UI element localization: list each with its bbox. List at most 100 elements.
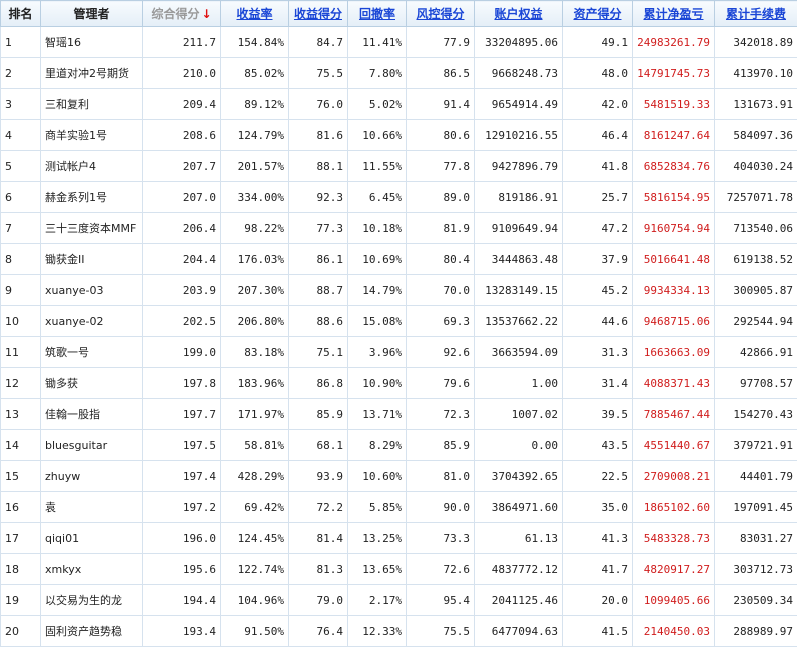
rank-cell-text: 4	[5, 129, 36, 142]
return-rate-cell-text: 85.02%	[225, 67, 284, 80]
risk-score-cell: 79.6	[407, 368, 475, 399]
manager-cell-text: 锄获金II	[45, 251, 138, 267]
header-asset-score[interactable]: 资产得分	[563, 1, 633, 27]
return-rate-cell-text: 58.81%	[225, 439, 284, 452]
net-profit-cell-text: 2709008.21	[637, 470, 710, 483]
rank-cell-text: 12	[5, 377, 36, 390]
asset-score-cell-text: 41.7	[567, 563, 628, 576]
drawdown-cell: 11.55%	[348, 151, 407, 182]
asset-score-cell-text: 41.3	[567, 532, 628, 545]
fees-cell: 154270.43	[715, 399, 797, 430]
header-return-score[interactable]: 收益得分	[289, 1, 348, 27]
header-return-rate[interactable]: 收益率	[221, 1, 289, 27]
manager-cell-text: xuanye-02	[45, 315, 138, 328]
net-profit-cell-text: 24983261.79	[637, 36, 710, 49]
asset-score-cell: 25.7	[563, 182, 633, 213]
equity-cell: 13283149.15	[475, 275, 563, 306]
risk-score-cell: 72.6	[407, 554, 475, 585]
manager-cell-text: 三和复利	[45, 96, 138, 112]
fees-cell: 404030.24	[715, 151, 797, 182]
fees-cell: 619138.52	[715, 244, 797, 275]
risk-score-cell-text: 81.0	[411, 470, 470, 483]
return-score-cell: 79.0	[289, 585, 348, 616]
return-score-cell: 81.6	[289, 120, 348, 151]
drawdown-cell: 5.02%	[348, 89, 407, 120]
manager-cell-text: xuanye-03	[45, 284, 138, 297]
equity-cell-text: 1.00	[479, 377, 558, 390]
rank-cell: 15	[1, 461, 41, 492]
table-row: 19以交易为生的龙194.4104.96%79.02.17%95.4204112…	[1, 585, 797, 616]
return-score-cell-text: 81.4	[293, 532, 343, 545]
total-score-cell-text: 206.4	[147, 222, 216, 235]
return-score-cell-text: 81.6	[293, 129, 343, 142]
fees-cell-text: 7257071.78	[719, 191, 793, 204]
risk-score-cell-text: 92.6	[411, 346, 470, 359]
manager-cell-text: zhuyw	[45, 470, 138, 483]
return-score-cell: 76.4	[289, 616, 348, 647]
drawdown-cell: 10.18%	[348, 213, 407, 244]
risk-score-cell-text: 79.6	[411, 377, 470, 390]
manager-cell: xuanye-02	[41, 306, 143, 337]
manager-cell: qiqi01	[41, 523, 143, 554]
drawdown-cell-text: 7.80%	[352, 67, 402, 80]
total-score-cell: 197.7	[143, 399, 221, 430]
fees-cell: 584097.36	[715, 120, 797, 151]
return-score-cell: 76.0	[289, 89, 348, 120]
header-total-score[interactable]: 综合得分↓	[143, 1, 221, 27]
net-profit-cell: 8161247.64	[633, 120, 715, 151]
asset-score-cell-text: 49.1	[567, 36, 628, 49]
return-score-cell-text: 86.1	[293, 253, 343, 266]
manager-cell-text: xmkyx	[45, 563, 138, 576]
return-rate-cell-text: 201.57%	[225, 160, 284, 173]
net-profit-cell: 9160754.94	[633, 213, 715, 244]
risk-score-cell: 85.9	[407, 430, 475, 461]
rank-cell: 12	[1, 368, 41, 399]
rank-cell-text: 7	[5, 222, 36, 235]
return-rate-cell: 201.57%	[221, 151, 289, 182]
return-rate-cell-text: 124.45%	[225, 532, 284, 545]
rank-cell-text: 14	[5, 439, 36, 452]
manager-cell-text: 赫金系列1号	[45, 189, 138, 205]
header-rank: 排名	[1, 1, 41, 27]
asset-score-cell: 39.5	[563, 399, 633, 430]
fees-cell-text: 619138.52	[719, 253, 793, 266]
header-fees[interactable]: 累计手续费	[715, 1, 797, 27]
header-equity[interactable]: 账户权益	[475, 1, 563, 27]
asset-score-cell: 41.8	[563, 151, 633, 182]
return-rate-cell: 124.45%	[221, 523, 289, 554]
return-rate-cell-text: 154.84%	[225, 36, 284, 49]
fees-cell: 42866.91	[715, 337, 797, 368]
total-score-cell-text: 196.0	[147, 532, 216, 545]
net-profit-cell: 5816154.95	[633, 182, 715, 213]
total-score-cell: 203.9	[143, 275, 221, 306]
drawdown-cell-text: 13.25%	[352, 532, 402, 545]
asset-score-cell: 41.7	[563, 554, 633, 585]
manager-cell-text: 佳翰一股指	[45, 406, 138, 422]
manager-cell-text: 筑歌一号	[45, 344, 138, 360]
net-profit-cell-text: 5481519.33	[637, 98, 710, 111]
equity-cell-text: 3704392.65	[479, 470, 558, 483]
total-score-cell-text: 197.2	[147, 501, 216, 514]
return-score-cell-text: 88.6	[293, 315, 343, 328]
drawdown-cell: 10.90%	[348, 368, 407, 399]
net-profit-cell: 1663663.09	[633, 337, 715, 368]
net-profit-cell: 5483328.73	[633, 523, 715, 554]
rank-cell: 16	[1, 492, 41, 523]
risk-score-cell-text: 69.3	[411, 315, 470, 328]
return-rate-cell: 183.96%	[221, 368, 289, 399]
header-net-profit[interactable]: 累计净盈亏	[633, 1, 715, 27]
net-profit-cell-text: 5483328.73	[637, 532, 710, 545]
fees-cell: 131673.91	[715, 89, 797, 120]
fees-cell-text: 292544.94	[719, 315, 793, 328]
header-risk-score[interactable]: 风控得分	[407, 1, 475, 27]
manager-cell: 测试帐户4	[41, 151, 143, 182]
header-drawdown[interactable]: 回撤率	[348, 1, 407, 27]
return-score-cell: 84.7	[289, 27, 348, 58]
return-score-cell-text: 75.5	[293, 67, 343, 80]
rank-cell-text: 19	[5, 594, 36, 607]
return-score-cell: 88.6	[289, 306, 348, 337]
net-profit-cell: 4551440.67	[633, 430, 715, 461]
rank-cell-text: 17	[5, 532, 36, 545]
rank-cell: 18	[1, 554, 41, 585]
equity-cell: 61.13	[475, 523, 563, 554]
